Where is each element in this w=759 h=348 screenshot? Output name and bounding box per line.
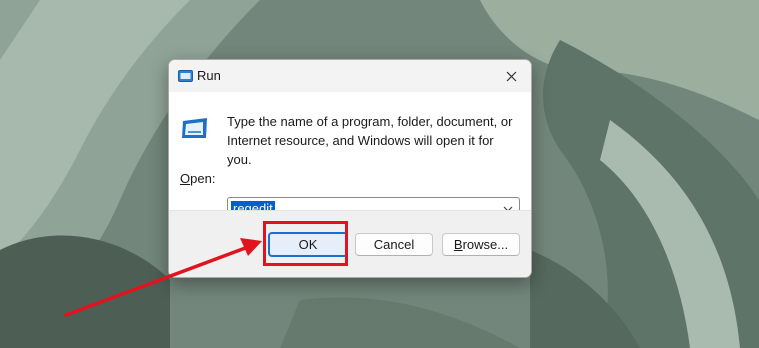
browse-button-label: rowse... — [462, 237, 509, 252]
run-app-icon — [182, 118, 207, 138]
browse-button-mnemonic: B — [453, 237, 463, 252]
window-title: Run — [197, 68, 221, 83]
open-label-mnemonic: O — [180, 171, 191, 186]
ok-highlight-box — [263, 221, 348, 266]
cancel-button-label: Cancel — [373, 237, 415, 252]
button-bar: OK Cancel Browse... — [169, 210, 531, 277]
open-label: Open: — [180, 171, 215, 186]
run-app-icon — [178, 70, 193, 82]
close-icon — [506, 71, 516, 81]
cancel-button[interactable]: Cancel — [355, 233, 433, 256]
dialog-body: Type the name of a program, folder, docu… — [169, 92, 531, 222]
browse-button[interactable]: Browse... — [442, 233, 520, 256]
run-dialog: Run Type the name of a program, folder, … — [168, 59, 532, 278]
title-bar[interactable]: Run — [169, 60, 531, 92]
instruction-text: Type the name of a program, folder, docu… — [227, 114, 513, 167]
close-button[interactable] — [491, 60, 531, 92]
open-label-text: pen: — [190, 171, 216, 186]
